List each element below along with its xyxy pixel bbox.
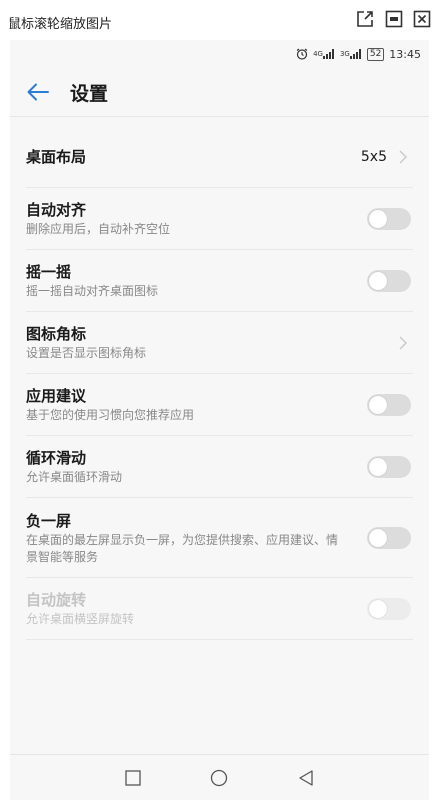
auto-align-toggle[interactable] [367,208,411,230]
chevron-right-icon [397,149,409,165]
toggle-knob [369,396,387,414]
setting-title: 摇一摇 [26,263,72,281]
setting-auto-align[interactable]: 自动对齐 删除应用后，自动补齐空位 [10,188,429,250]
auto-rotate-toggle [367,598,411,620]
status-time: 13:45 [389,47,421,61]
setting-title: 图标角标 [26,325,87,343]
battery-icon: 52 [366,47,385,61]
setting-value: 5x5 [360,149,387,165]
setting-minus-one[interactable]: 负一屏 在桌面的最左屏显示负一屏，为您提供搜索、应用建议、情景智能等服务 [10,498,429,578]
arrow-left-icon[interactable] [26,80,50,104]
recent-apps-icon[interactable] [122,767,144,789]
setting-app-suggest[interactable]: 应用建议 基于您的使用习惯向您推荐应用 [10,374,429,436]
setting-subtitle: 在桌面的最左屏显示负一屏，为您提供搜索、应用建议、情景智能等服务 [26,532,339,564]
divider [26,639,413,640]
setting-title: 负一屏 [26,511,72,530]
setting-subtitle: 允许桌面循环滑动 [26,470,123,484]
external-link-icon[interactable] [355,9,375,29]
settings-list: 桌面布局 5x5 自动对齐 删除应用后，自动补齐空位 摇一摇 摇一摇自动对齐桌面… [10,126,429,640]
navigation-bar [10,754,429,800]
setting-subtitle: 删除应用后，自动补齐空位 [26,222,171,236]
alarm-icon [296,48,308,60]
setting-title: 自动对齐 [26,201,87,219]
setting-shake[interactable]: 摇一摇 摇一摇自动对齐桌面图标 [10,250,429,312]
shake-toggle[interactable] [367,270,411,292]
toggle-knob [369,210,387,228]
page-title: 设置 [70,82,109,105]
header: 设置 [10,68,429,116]
setting-desktop-layout[interactable]: 桌面布局 5x5 [10,126,429,188]
header-divider [10,116,429,117]
setting-title: 循环滑动 [26,449,87,467]
viewer-bar: 鼠标滚轮缩放图片 [0,0,439,40]
chevron-right-icon [397,335,409,351]
toggle-knob [369,600,387,618]
back-icon[interactable] [295,767,317,789]
setting-auto-rotate: 自动旋转 允许桌面横竖屏旋转 [10,578,429,640]
signal-icon-2: 3G [340,49,362,59]
minus-one-toggle[interactable] [367,527,411,549]
close-icon[interactable] [412,9,432,29]
setting-icon-badge[interactable]: 图标角标 设置是否显示图标角标 [10,312,429,374]
toggle-knob [369,458,387,476]
setting-title: 自动旋转 [26,591,87,609]
toggle-knob [369,272,387,290]
viewer-title: 鼠标滚轮缩放图片 [8,17,113,32]
signal-icon: 4G [313,49,335,59]
toggle-knob [369,529,387,547]
home-icon[interactable] [208,767,230,789]
minimize-icon[interactable] [384,9,404,29]
app-suggest-toggle[interactable] [367,394,411,416]
setting-subtitle: 基于您的使用习惯向您推荐应用 [26,408,195,422]
setting-loop-scroll[interactable]: 循环滑动 允许桌面循环滑动 [10,436,429,498]
setting-subtitle: 允许桌面横竖屏旋转 [26,612,135,626]
setting-title: 应用建议 [26,387,87,405]
phone-screen: 4G 3G 52 13:45 设置 桌面布局 5x5 自动对齐 删除应用后，自动… [10,40,429,800]
status-bar: 4G 3G 52 13:45 [10,40,429,68]
loop-scroll-toggle[interactable] [367,456,411,478]
setting-title: 桌面布局 [26,148,87,166]
setting-subtitle: 摇一摇自动对齐桌面图标 [26,284,159,298]
setting-subtitle: 设置是否显示图标角标 [26,346,147,360]
